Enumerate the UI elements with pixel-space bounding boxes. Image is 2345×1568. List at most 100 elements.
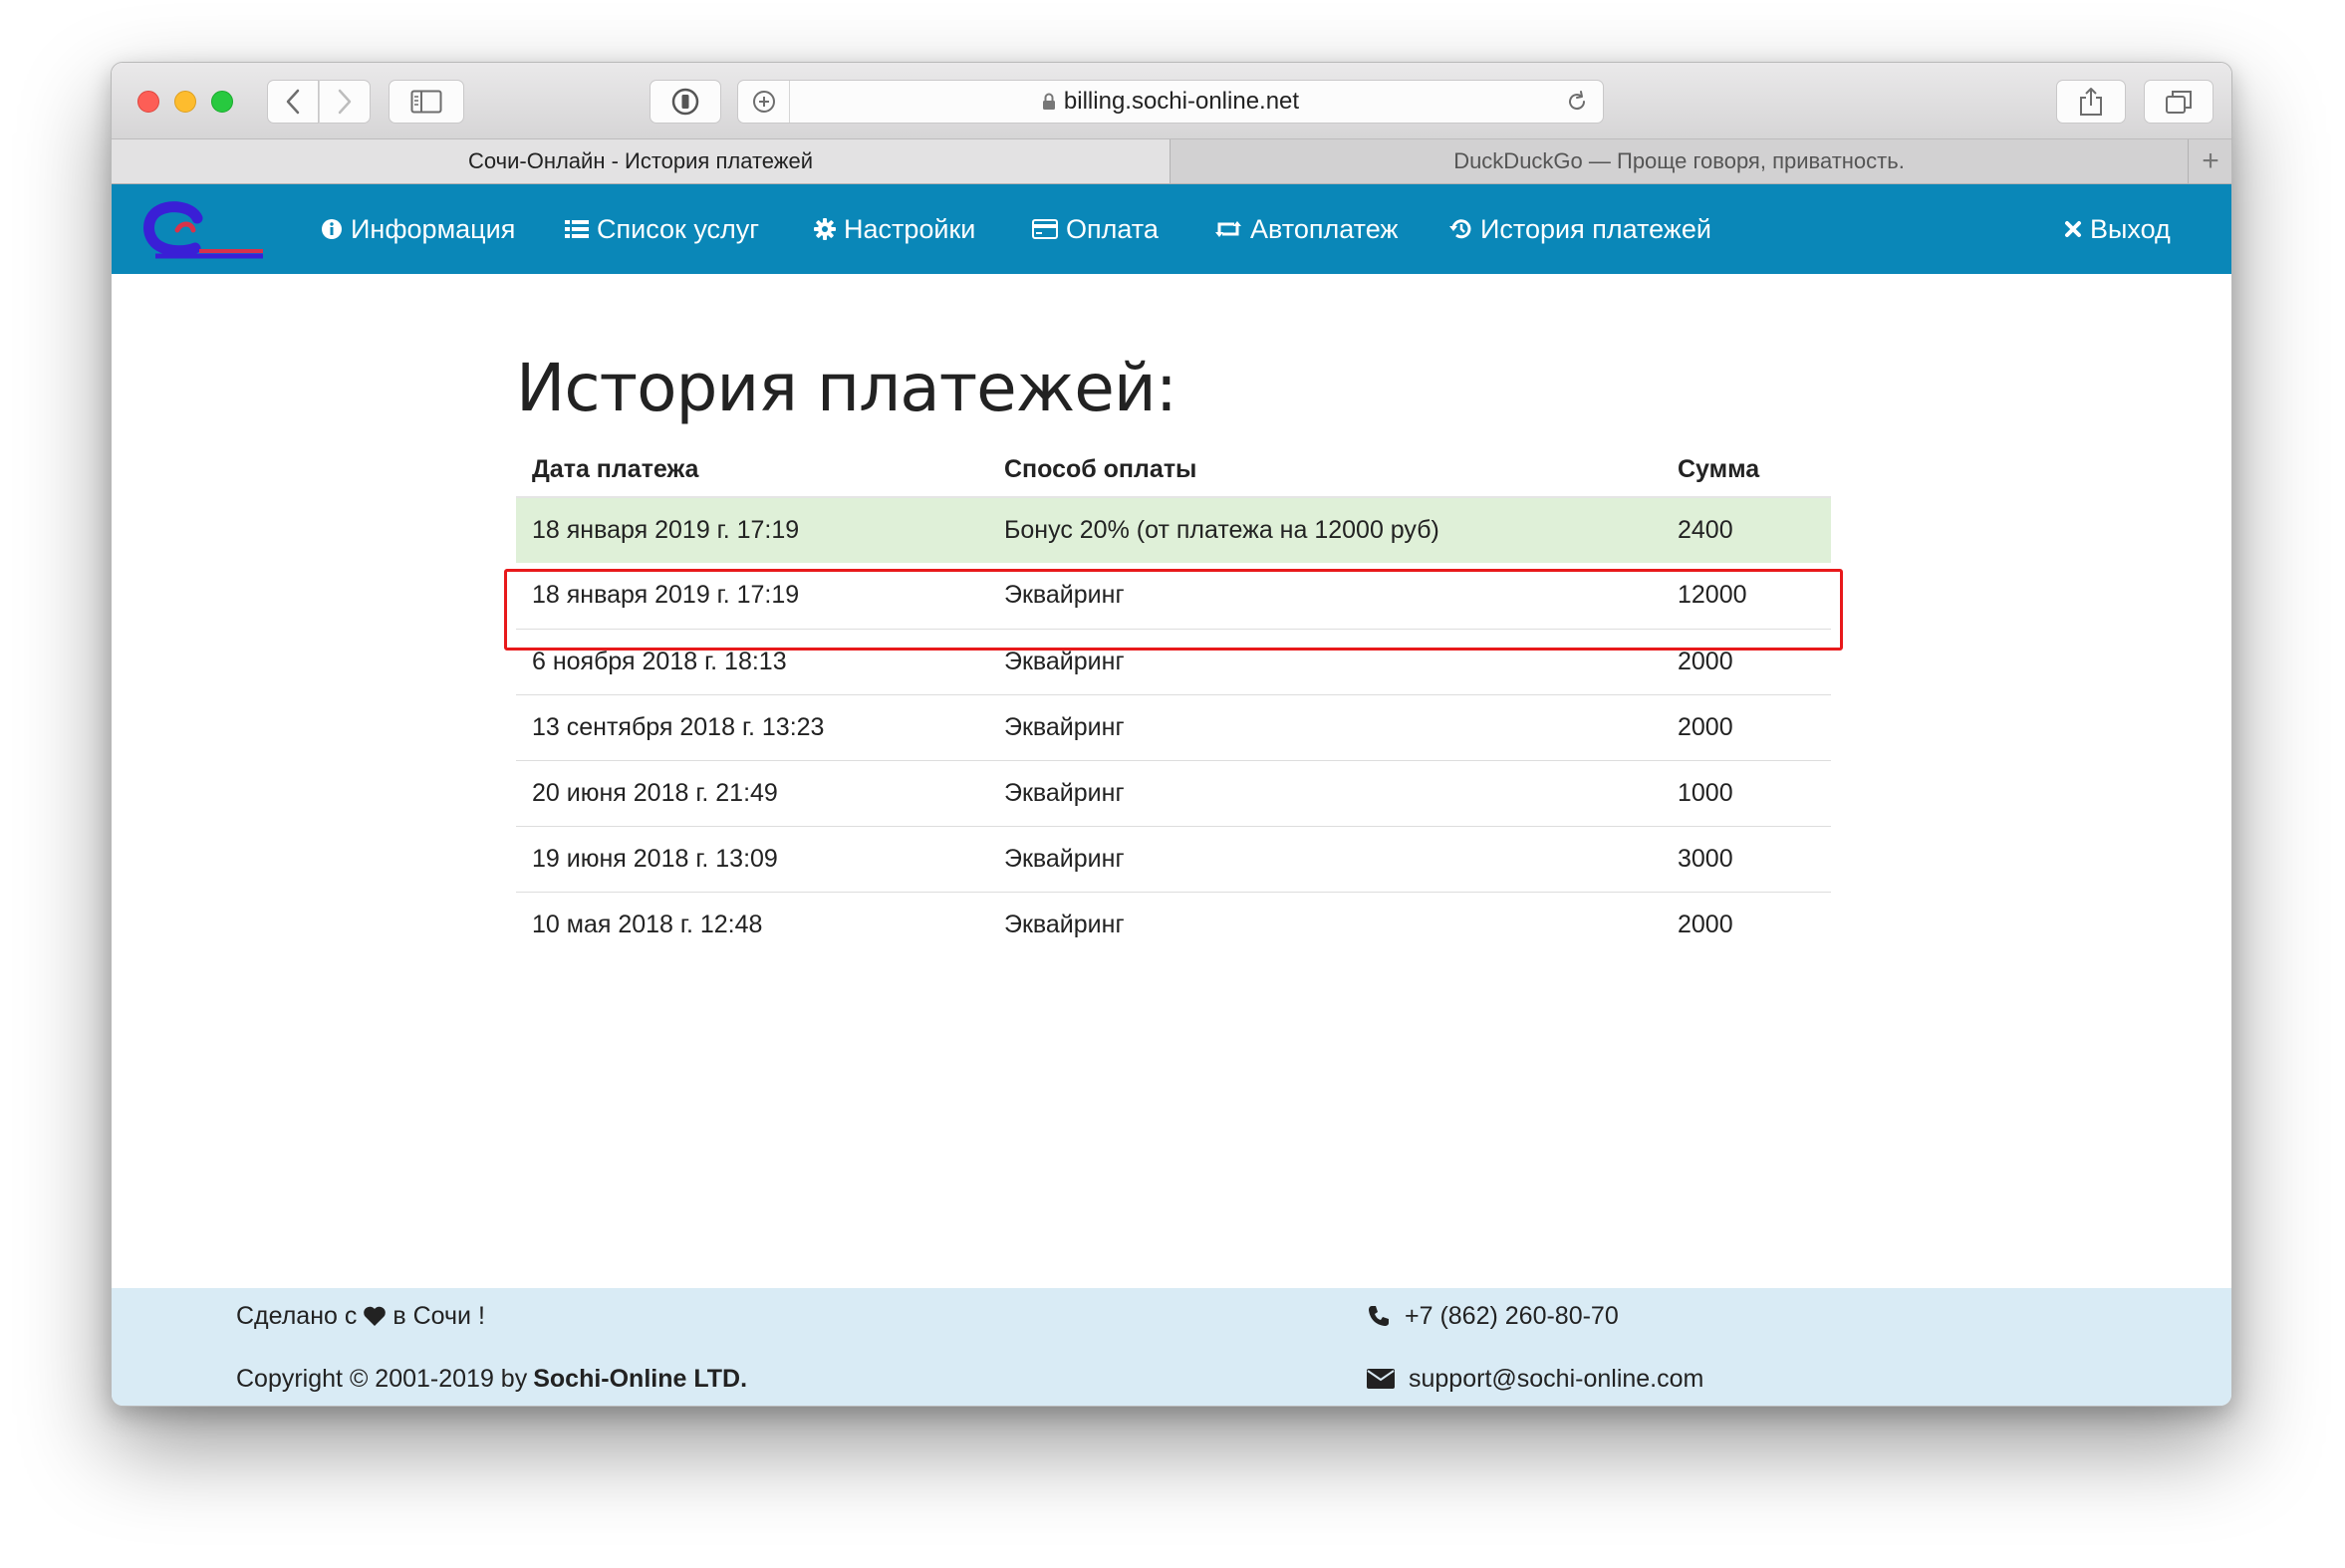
- payment-method: Эквайринг: [988, 628, 1662, 694]
- forward-button[interactable]: [319, 80, 371, 124]
- payment-date: 10 мая 2018 г. 12:48: [516, 891, 988, 957]
- page-title: История платежей:: [516, 350, 1177, 426]
- payment-method: Эквайринг: [988, 825, 1662, 892]
- payment-amount: 3000: [1662, 825, 1831, 892]
- show-tabs-button[interactable]: [2144, 80, 2214, 124]
- footer-phone[interactable]: +7 (862) 260-80-70: [1367, 1296, 1619, 1336]
- url-display[interactable]: billing.sochi-online.net: [738, 81, 1603, 123]
- browser-window: billing.sochi-online.net Сочи-Онлайн - И…: [111, 62, 2232, 1407]
- column-header-date: Дата платежа: [516, 443, 988, 498]
- sidebar-toggle-button[interactable]: [389, 80, 464, 124]
- nav-autopay-label: Автоплатеж: [1250, 213, 1399, 244]
- payment-amount: 2400: [1662, 496, 1831, 563]
- payment-method: Эквайринг: [988, 693, 1662, 760]
- browser-toolbar: billing.sochi-online.net: [112, 63, 2231, 138]
- column-header-amount: Сумма: [1662, 443, 1831, 498]
- plus-icon: +: [2202, 144, 2219, 177]
- add-tab-button[interactable]: +: [2189, 139, 2231, 183]
- nav-payment-label: Оплата: [1066, 213, 1159, 244]
- table-row: 13 сентября 2018 г. 13:23 Эквайринг 2000: [516, 693, 1831, 760]
- privacy-report-button[interactable]: [650, 80, 721, 124]
- table-row: 18 января 2019 г. 17:19 Эквайринг 12000: [516, 563, 1831, 629]
- tab-duckduckgo[interactable]: DuckDuckGo — Проще говоря, приватность.: [1171, 139, 2189, 183]
- privacy-report-icon: [671, 88, 699, 116]
- payment-method: Эквайринг: [1004, 581, 1125, 610]
- share-icon: [2080, 88, 2102, 116]
- plus-circle-icon: [752, 91, 775, 113]
- credit-card-icon: [1032, 219, 1058, 239]
- payment-date: 6 ноября 2018 г. 18:13: [516, 628, 988, 694]
- chevron-right-icon: [338, 89, 352, 115]
- nav-info[interactable]: Информация: [321, 184, 515, 274]
- logout-link[interactable]: Выход: [2064, 184, 2171, 274]
- phone-number: +7 (862) 260-80-70: [1405, 1301, 1619, 1330]
- tab-billing-history[interactable]: Сочи-Онлайн - История платежей: [112, 139, 1171, 183]
- table-row: 10 мая 2018 г. 12:48 Эквайринг 2000: [516, 891, 1831, 957]
- copyright: Copyright © 2001-2019 by Sochi-Online LT…: [236, 1359, 747, 1399]
- nav-info-label: Информация: [351, 213, 516, 244]
- payment-method: Эквайринг: [988, 891, 1662, 957]
- payment-amount: 2000: [1662, 891, 1831, 957]
- chevron-left-icon: [286, 89, 300, 115]
- made-in-sochi: Сделано с в Сочи !: [236, 1296, 485, 1336]
- tab-label: DuckDuckGo — Проще говоря, приватность.: [1453, 148, 1905, 173]
- payment-date: 20 июня 2018 г. 21:49: [516, 759, 988, 826]
- payment-date: 19 июня 2018 г. 13:09: [516, 825, 988, 892]
- retweet-icon: [1214, 219, 1242, 239]
- logout-label: Выход: [2090, 213, 2171, 244]
- email-address: support@sochi-online.com: [1409, 1364, 1704, 1393]
- payment-amount: 2000: [1662, 693, 1831, 760]
- sochi-online-logo-icon: [143, 201, 263, 259]
- payment-date: 13 сентября 2018 г. 13:23: [516, 693, 988, 760]
- phone-icon: [1369, 1306, 1389, 1326]
- nav-payment-history-label: История платежей: [1480, 213, 1711, 244]
- table-row: 18 января 2019 г. 17:19 Бонус 20% (от пл…: [516, 496, 1831, 563]
- envelope-icon: [1367, 1369, 1395, 1389]
- close-window-button[interactable]: [137, 91, 159, 113]
- tab-label: Сочи-Онлайн - История платежей: [467, 148, 814, 173]
- nav-settings[interactable]: Настройки: [814, 184, 975, 274]
- nav-payment-history[interactable]: История платежей: [1448, 184, 1711, 274]
- reload-icon: [1569, 91, 1586, 111]
- payment-amount: 2000: [1662, 628, 1831, 694]
- list-icon: [565, 219, 589, 239]
- footer-email[interactable]: support@sochi-online.com: [1367, 1359, 1703, 1399]
- table-header-row: Дата платежа Способ оплаты Сумма: [516, 443, 1831, 498]
- history-icon: [1448, 218, 1472, 240]
- payment-method: Бонус 20% (от платежа на 12000 руб): [988, 496, 1662, 563]
- payment-method: Эквайринг: [988, 759, 1662, 826]
- address-bar[interactable]: billing.sochi-online.net: [737, 80, 1604, 124]
- made-suffix: в Сочи !: [392, 1301, 485, 1330]
- site-logo[interactable]: [141, 200, 265, 265]
- tab-bar: Сочи-Онлайн - История платежей DuckDuckG…: [112, 138, 2231, 184]
- site-navbar: Информация Список услуг Настройки Оплата: [112, 184, 2231, 274]
- close-icon: [2064, 220, 2082, 238]
- heart-icon: [364, 1306, 387, 1326]
- reload-button[interactable]: [1565, 90, 1589, 119]
- site-footer: Сделано с в Сочи ! Copyright © 2001-2019…: [112, 1288, 2231, 1406]
- sidebar-icon: [410, 90, 442, 114]
- zoom-window-button[interactable]: [211, 91, 233, 113]
- new-tab-button[interactable]: [738, 81, 790, 123]
- table-row: 19 июня 2018 г. 13:09 Эквайринг 3000: [516, 825, 1831, 892]
- minimize-window-button[interactable]: [174, 91, 196, 113]
- payment-history-table: Дата платежа Способ оплаты Сумма 18 янва…: [516, 443, 1831, 957]
- gear-icon: [814, 218, 836, 240]
- back-button[interactable]: [267, 80, 319, 124]
- share-button[interactable]: [2056, 80, 2126, 124]
- company-name: Sochi-Online LTD.: [533, 1364, 748, 1393]
- tabs-overview-icon: [2166, 91, 2192, 114]
- nav-services[interactable]: Список услуг: [565, 184, 759, 274]
- url-text: billing.sochi-online.net: [1063, 88, 1300, 115]
- lock-icon: [1042, 93, 1055, 110]
- nav-settings-label: Настройки: [844, 213, 976, 244]
- main-content: История платежей: Дата платежа Способ оп…: [112, 274, 2231, 1288]
- nav-autopay[interactable]: Автоплатеж: [1214, 184, 1398, 274]
- payment-date: 18 января 2019 г. 17:19: [516, 496, 988, 563]
- table-row: 6 ноября 2018 г. 18:13 Эквайринг 2000: [516, 628, 1831, 694]
- column-header-method: Способ оплаты: [988, 443, 1662, 498]
- payment-amount: 1000: [1662, 759, 1831, 826]
- table-row: 20 июня 2018 г. 21:49 Эквайринг 1000: [516, 759, 1831, 826]
- nav-payment[interactable]: Оплата: [1032, 184, 1159, 274]
- info-circle-icon: [321, 218, 343, 240]
